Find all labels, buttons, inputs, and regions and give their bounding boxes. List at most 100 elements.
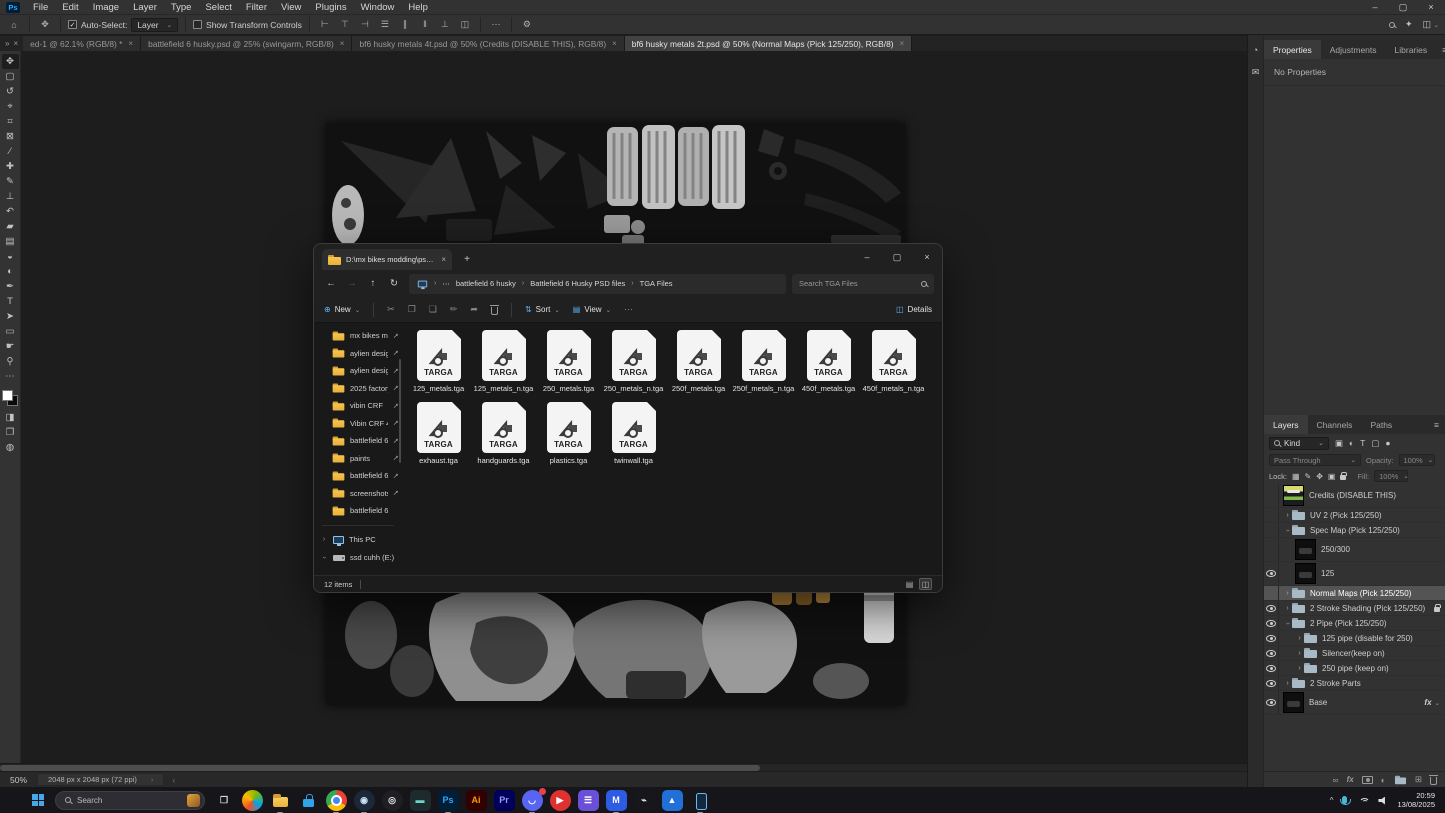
- details-button[interactable]: ◫ Details: [896, 305, 932, 314]
- new-layer-icon[interactable]: ⊞: [1415, 774, 1422, 785]
- layer-thumbnail[interactable]: [1295, 563, 1316, 584]
- align-icon[interactable]: ◫: [457, 19, 473, 30]
- panel-tab[interactable]: Channels: [1308, 415, 1362, 434]
- menu-item[interactable]: View: [274, 0, 308, 14]
- explorer-tab[interactable]: D:\mx bikes modding\psds\m ×: [322, 249, 452, 270]
- menu-item[interactable]: Select: [198, 0, 238, 14]
- sidebar-folder[interactable]: 2025 factory ⊸: [314, 380, 402, 398]
- tool-button[interactable]: ⋯: [2, 369, 19, 384]
- fx-badge[interactable]: fx: [1424, 698, 1431, 707]
- menu-item[interactable]: Edit: [55, 0, 85, 14]
- chevron-icon[interactable]: ›: [1284, 619, 1291, 628]
- panel-tab[interactable]: Adjustments: [1321, 40, 1386, 59]
- sort-button[interactable]: ⇅ Sort ⌄: [525, 305, 560, 314]
- tool-button[interactable]: ➤: [2, 309, 19, 324]
- layer-filter-icon[interactable]: ▢: [1371, 438, 1379, 449]
- visibility-toggle[interactable]: [1264, 484, 1279, 507]
- layer-row[interactable]: › 2 Stroke Parts fx ⌄: [1264, 676, 1445, 691]
- auto-select-dropdown[interactable]: Layer ⌄: [131, 18, 178, 32]
- sidebar-folder[interactable]: mx bikes mo ⊸: [314, 327, 402, 345]
- tool-button[interactable]: ▰: [2, 219, 19, 234]
- menu-item[interactable]: Layer: [126, 0, 164, 14]
- chevron-icon[interactable]: ›: [1295, 635, 1304, 642]
- sidebar-folder[interactable]: vibin CRF ⊸: [314, 397, 402, 415]
- chevron-icon[interactable]: ›: [1284, 526, 1291, 535]
- toolbar-mode-button[interactable]: ◨: [2, 410, 19, 425]
- tool-button[interactable]: ▤: [2, 234, 19, 249]
- visibility-toggle[interactable]: [1264, 646, 1279, 660]
- workspace-switcher-icon[interactable]: ◫ ⌄: [1423, 19, 1439, 30]
- layer-row[interactable]: › Spec Map (Pick 125/250) fx ⌄: [1264, 523, 1445, 538]
- tool-button[interactable]: ↶: [2, 204, 19, 219]
- visibility-toggle[interactable]: [1264, 601, 1279, 615]
- taskbar-icon[interactable]: Pr: [494, 790, 515, 811]
- kind-filter-dropdown[interactable]: Kind ⌄: [1269, 437, 1329, 450]
- menu-item[interactable]: Window: [354, 0, 402, 14]
- lock-option-icon[interactable]: ▦: [1292, 472, 1300, 481]
- align-icon[interactable]: ∥: [397, 19, 413, 30]
- taskbar-icon[interactable]: ▶: [550, 790, 571, 811]
- layer-filter-icon[interactable]: ●: [1385, 438, 1390, 449]
- close-icon[interactable]: ×: [1417, 2, 1445, 12]
- sidebar-folder[interactable]: paints ⊸: [314, 450, 402, 468]
- document-tab[interactable]: ed-1 @ 62.1% (RGB/8) * ×: [23, 36, 141, 51]
- layer-filter-icon[interactable]: ▣: [1335, 438, 1343, 449]
- move-tool-icon[interactable]: ✥: [37, 19, 53, 30]
- taskbar-icon[interactable]: Ps: [438, 790, 459, 811]
- chevron-icon[interactable]: ›: [321, 554, 328, 562]
- sidebar-folder[interactable]: Vibin CRF 45 ⊸: [314, 415, 402, 433]
- color-swatches[interactable]: [2, 390, 18, 406]
- sidebar-folder[interactable]: battlefield 6 l ⊸: [314, 432, 402, 450]
- tool-button[interactable]: ✥: [2, 54, 19, 69]
- visibility-toggle[interactable]: [1264, 676, 1279, 690]
- tool-button[interactable]: ▢: [2, 69, 19, 84]
- sidebar-folder[interactable]: battlefield 6 l ⊸: [314, 467, 402, 485]
- start-button[interactable]: [26, 788, 50, 812]
- refresh-icon[interactable]: ↻: [385, 278, 403, 289]
- chevron-icon[interactable]: ›: [1283, 605, 1292, 612]
- visibility-toggle[interactable]: [1264, 691, 1279, 714]
- horizontal-scrollbar[interactable]: [0, 763, 1247, 771]
- menu-item[interactable]: Help: [401, 0, 435, 14]
- home-icon[interactable]: ⌂: [6, 20, 22, 30]
- layer-row[interactable]: › Base fx ⌄: [1264, 691, 1445, 715]
- layer-row[interactable]: › 125 fx ⌄: [1264, 562, 1445, 586]
- breadcrumb-item[interactable]: TGA Files ›: [640, 279, 673, 288]
- close-icon[interactable]: ×: [340, 39, 345, 48]
- opacity-dropdown[interactable]: 100% ⌄: [1399, 454, 1435, 466]
- sidebar-item-drive[interactable]: › ssd cuhh (E:): [314, 549, 402, 567]
- tool-button[interactable]: ↺: [2, 84, 19, 99]
- close-icon[interactable]: ×: [912, 244, 942, 270]
- chevron-icon[interactable]: ›: [1283, 512, 1292, 519]
- layer-row[interactable]: › 250/300 fx ⌄: [1264, 538, 1445, 562]
- forward-icon[interactable]: →: [343, 278, 361, 289]
- lock-option-icon[interactable]: ▣: [1328, 472, 1336, 481]
- more-options-icon[interactable]: ⋯: [488, 19, 504, 30]
- file-item[interactable]: TARGA twinwall.tga: [601, 402, 666, 465]
- file-item[interactable]: TARGA 250f_metals.tga: [666, 330, 731, 393]
- auto-select-checkbox[interactable]: ✓: [68, 20, 77, 29]
- search-icon[interactable]: [1389, 22, 1395, 28]
- breadcrumb-item[interactable]: Battlefield 6 Husky PSD files ›: [530, 279, 633, 288]
- file-item[interactable]: TARGA 250_metals_n.tga: [601, 330, 666, 393]
- wifi-icon[interactable]: [1358, 796, 1369, 805]
- tool-button[interactable]: ⌖: [2, 99, 19, 114]
- visibility-toggle[interactable]: [1264, 661, 1279, 675]
- explorer-titlebar[interactable]: D:\mx bikes modding\psds\m × + – ▢ ×: [314, 244, 942, 270]
- file-item[interactable]: TARGA 125_metals_n.tga: [471, 330, 536, 393]
- align-icon[interactable]: ⊢: [317, 19, 333, 30]
- file-item[interactable]: TARGA 450f_metals_n.tga: [861, 330, 926, 393]
- back-icon[interactable]: ←: [322, 278, 340, 289]
- panel-tab[interactable]: Layers: [1264, 415, 1308, 434]
- chevron-right-icon[interactable]: ›: [151, 775, 154, 784]
- chevron-left-icon[interactable]: ‹: [172, 775, 175, 785]
- history-panel-icon[interactable]: ◔: [1253, 45, 1258, 55]
- tool-button[interactable]: ∕: [2, 144, 19, 159]
- tool-button[interactable]: ◐: [2, 264, 19, 279]
- sidebar-folder[interactable]: aylien design ⊸: [314, 345, 402, 363]
- microphone-icon[interactable]: [1342, 796, 1347, 804]
- breadcrumb-item[interactable]: battlefield 6 husky ›: [456, 279, 524, 288]
- layer-filter-icon[interactable]: T: [1360, 438, 1365, 449]
- visibility-toggle[interactable]: [1264, 538, 1279, 561]
- panel-menu-icon[interactable]: ≡: [1428, 415, 1445, 434]
